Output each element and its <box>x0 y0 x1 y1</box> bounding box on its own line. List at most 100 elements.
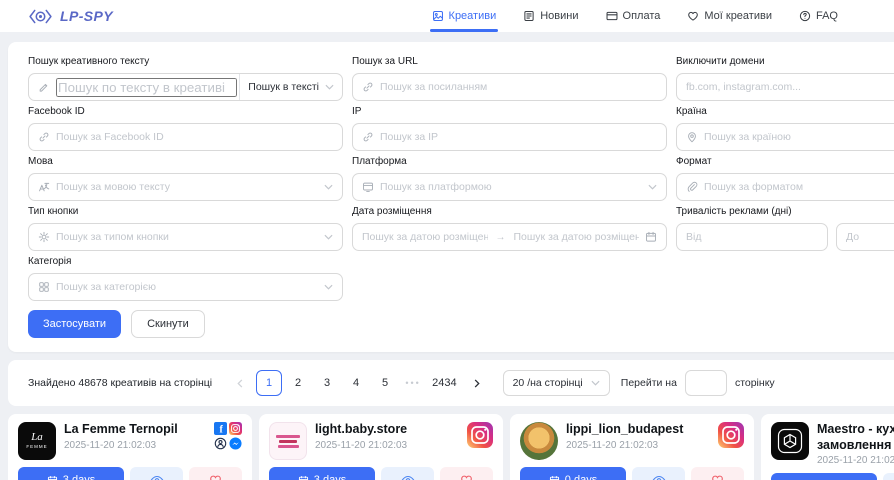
field-label: Тип кнопки <box>28 206 343 218</box>
nav-item-news[interactable]: Новини <box>523 0 578 32</box>
filter-field-button-type: Тип кнопки <box>28 206 343 251</box>
format-input[interactable] <box>704 181 894 193</box>
views-button[interactable] <box>130 467 183 480</box>
eye-icon <box>401 475 415 480</box>
instagram-icon <box>467 422 493 448</box>
search-mode-select[interactable]: Пошук в тексті <box>239 74 342 100</box>
chevron-down-icon <box>648 184 657 190</box>
platform-icon <box>362 181 374 193</box>
nav-item-my-creatives[interactable]: Мої креативи <box>687 0 772 32</box>
duration-button[interactable]: 0 days <box>520 467 626 480</box>
heart-icon <box>209 474 222 480</box>
button-type-select[interactable] <box>28 223 343 251</box>
nav-label: Оплата <box>623 10 661 22</box>
facebook-id-input[interactable] <box>56 131 333 143</box>
question-icon <box>799 10 811 22</box>
page-button[interactable]: 4 <box>343 370 369 396</box>
calendar-icon <box>298 475 309 480</box>
creative-text-input[interactable] <box>56 78 237 97</box>
duration-button[interactable]: 3 days <box>269 467 375 480</box>
like-button[interactable] <box>189 467 242 480</box>
reset-button[interactable]: Скинути <box>131 310 205 338</box>
eye-icon <box>150 475 164 480</box>
duration-from-input[interactable] <box>686 231 818 243</box>
page-button[interactable]: 3 <box>314 370 340 396</box>
page-button-active[interactable]: 1 <box>256 370 282 396</box>
chevron-down-icon <box>324 234 333 240</box>
next-page-button[interactable] <box>464 370 490 396</box>
views-button[interactable] <box>883 473 894 480</box>
duration-label: 3 days <box>63 474 95 480</box>
page-size-value: 20 /на сторінці <box>513 377 583 389</box>
gear-icon <box>38 231 50 243</box>
chevron-down-icon <box>325 84 334 90</box>
duration-label: 3 days <box>314 474 346 480</box>
duration-button[interactable] <box>771 473 877 480</box>
creative-card: lippi_lion_budapest 2025-11-20 21:02:03 … <box>510 414 754 480</box>
avatar: La FEMME <box>18 422 56 460</box>
ip-input[interactable] <box>380 131 657 143</box>
views-button[interactable] <box>381 467 434 480</box>
nav-label: FAQ <box>816 10 838 22</box>
nav-label: Новини <box>540 10 578 22</box>
filter-field-platform: Платформа <box>352 156 667 201</box>
duration-button[interactable]: 3 days <box>18 467 124 480</box>
creative-card: Maestro - кухні, меблі на замовлення в У… <box>761 414 894 480</box>
results-summary: Знайдено 48678 креативів на сторінці <box>28 377 212 389</box>
page-size-select[interactable]: 20 /на сторінці <box>503 370 610 396</box>
apply-button[interactable]: Застосувати <box>28 310 121 338</box>
language-input[interactable] <box>56 181 318 193</box>
url-input[interactable] <box>380 81 657 93</box>
eye-logo-icon <box>28 8 53 25</box>
goto-page-input[interactable] <box>685 370 727 396</box>
heart-icon <box>460 474 473 480</box>
brand-logo[interactable]: LP-SPY <box>28 8 113 25</box>
goto-label: Перейти на <box>621 377 677 389</box>
brand-name: LP-SPY <box>60 8 113 24</box>
button-type-input[interactable] <box>56 231 318 243</box>
card-title: lippi_lion_budapest <box>566 422 710 438</box>
country-input[interactable] <box>704 131 894 143</box>
placement-date-range-picker[interactable]: Пошук за датою розміщення → Пошук за дат… <box>352 223 667 251</box>
page-button[interactable]: 2 <box>285 370 311 396</box>
prev-page-button[interactable] <box>227 370 253 396</box>
card-date: 2025-11-20 21:02:03 <box>315 440 459 451</box>
calendar-icon <box>549 475 560 480</box>
card-date: 2025-11-20 21:02:03 <box>64 440 206 451</box>
duration-to-input[interactable] <box>846 231 894 243</box>
creative-text-input-wrap <box>29 74 239 100</box>
field-label: Формат <box>676 156 894 168</box>
card-title: La Femme Ternopil <box>64 422 206 438</box>
calendar-icon <box>47 475 58 480</box>
page-button-last[interactable]: 2434 <box>428 370 460 396</box>
platform-input[interactable] <box>380 181 642 193</box>
field-label: IP <box>352 106 667 118</box>
views-button[interactable] <box>632 467 685 480</box>
category-input[interactable] <box>56 281 318 293</box>
map-pin-icon <box>686 131 698 143</box>
nav-item-creatives[interactable]: Креативи <box>432 0 497 32</box>
platform-select[interactable] <box>352 173 667 201</box>
nav-item-faq[interactable]: FAQ <box>799 0 838 32</box>
chevron-right-icon <box>472 379 481 388</box>
field-label: Категорія <box>28 256 343 268</box>
category-select[interactable] <box>28 273 343 301</box>
news-icon <box>523 10 535 22</box>
field-label: Тривалість реклами (дні) <box>676 206 894 218</box>
category-grid-icon <box>38 281 50 293</box>
like-button[interactable] <box>440 467 493 480</box>
filter-field-url: Пошук за URL <box>352 56 667 101</box>
creative-card: La FEMME La Femme Ternopil 2025-11-20 21… <box>8 414 252 480</box>
results-bar: Знайдено 48678 креативів на сторінці 1 2… <box>8 360 894 406</box>
like-button[interactable] <box>691 467 744 480</box>
language-select[interactable] <box>28 173 343 201</box>
nav-item-payment[interactable]: Оплата <box>606 0 661 32</box>
exclude-domains-input[interactable] <box>686 81 894 93</box>
instagram-icon <box>229 422 242 435</box>
filter-field-exclude-domains: Виключити домени <box>676 56 894 101</box>
field-label: Пошук за URL <box>352 56 667 68</box>
heart-icon <box>687 10 699 22</box>
page-button[interactable]: 5 <box>372 370 398 396</box>
pencil-icon <box>38 81 50 93</box>
date-to-placeholder: Пошук за датою розміщення <box>514 231 640 243</box>
